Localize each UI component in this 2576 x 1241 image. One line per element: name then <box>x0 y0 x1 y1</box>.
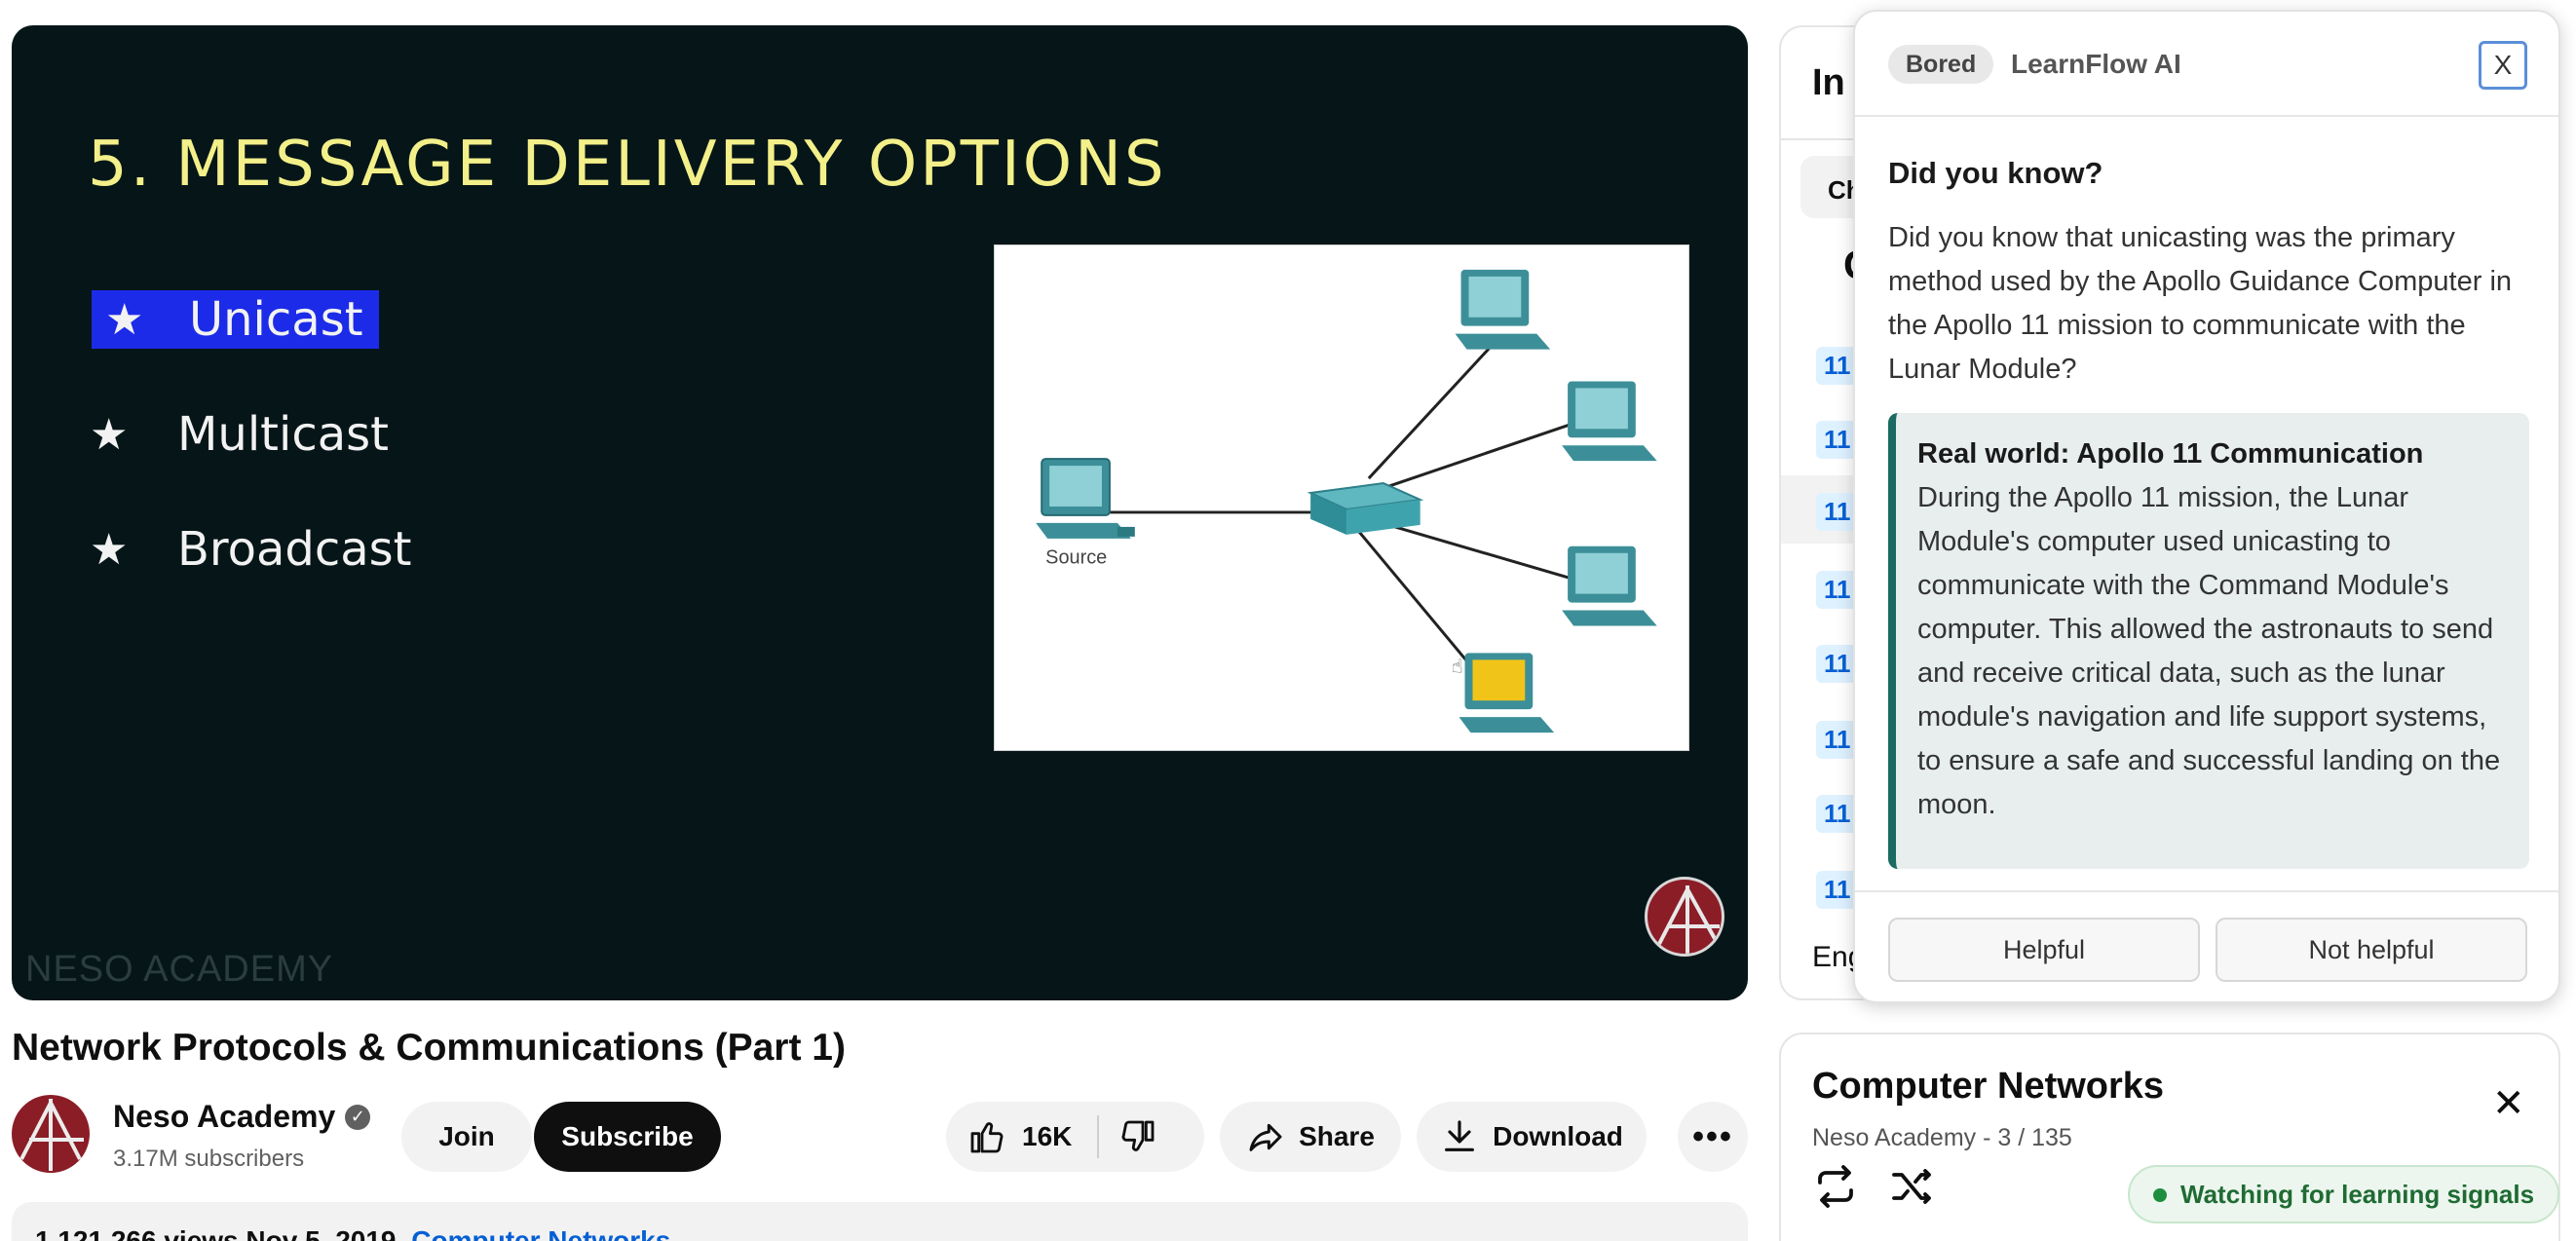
channel-watermark: NESO ACADEMY <box>25 949 334 990</box>
star-icon: ★ <box>90 409 129 460</box>
join-button[interactable]: Join <box>401 1102 532 1172</box>
star-icon: ★ <box>90 524 129 575</box>
subscribe-button[interactable]: Subscribe <box>534 1102 721 1172</box>
bullet-label: Broadcast <box>177 522 412 577</box>
thumbs-up-icon <box>970 1122 1004 1153</box>
like-count: 16K <box>1022 1121 1073 1151</box>
channel-name[interactable]: Neso Academy <box>113 1099 335 1135</box>
channel-avatar[interactable] <box>12 1095 90 1173</box>
download-icon <box>1445 1120 1475 1151</box>
signal-label: Watching for learning signals <box>2180 1179 2535 1209</box>
shuffle-icon[interactable] <box>1888 1163 1935 1215</box>
bullet-unicast: ★ Unicast <box>92 290 379 349</box>
playlist-close-button[interactable]: ✕ <box>2492 1081 2525 1126</box>
real-world-body: During the Apollo 11 mission, the Lunar … <box>1917 482 2501 820</box>
popup-close-button[interactable]: X <box>2479 41 2527 90</box>
helpful-button[interactable]: Helpful <box>1888 918 2200 982</box>
like-button[interactable]: 16K <box>967 1117 1072 1156</box>
download-button[interactable]: Download <box>1417 1102 1647 1172</box>
popup-header: Bored LearnFlow AI X <box>1855 12 2558 117</box>
bullet-label: Unicast <box>189 292 363 347</box>
learning-signal-badge: Watching for learning signals <box>2128 1165 2560 1223</box>
bullet-label: Multicast <box>177 407 389 462</box>
like-dislike-group: 16K <box>946 1102 1204 1172</box>
bullet-multicast: ★ Multicast <box>90 405 389 464</box>
video-player[interactable]: 5. Message Delivery Options ★ Unicast ★ … <box>12 25 1748 1000</box>
popup-brand: LearnFlow AI <box>2011 49 2181 79</box>
cursor-icon: ☝ <box>1452 656 1463 677</box>
not-helpful-button[interactable]: Not helpful <box>2216 918 2527 982</box>
thumbs-down-icon <box>1121 1120 1155 1151</box>
views-date: 1,121,266 views Nov 5, 2019 <box>35 1225 397 1241</box>
category-link[interactable]: Computer Networks <box>411 1225 670 1241</box>
more-actions-button[interactable]: ••• <box>1678 1102 1748 1172</box>
playlist-title[interactable]: Computer Networks <box>1812 1066 2164 1108</box>
more-horizontal-icon: ••• <box>1692 1117 1733 1155</box>
verified-check-icon: ✓ <box>345 1104 371 1130</box>
network-diagram: Source ☝ <box>994 244 1689 751</box>
video-title: Network Protocols & Communications (Part… <box>12 1027 846 1069</box>
star-icon: ★ <box>105 294 144 345</box>
channel-name-link[interactable]: Neso Academy ✓ <box>113 1099 371 1135</box>
subscriber-count: 3.17M subscribers <box>113 1146 305 1172</box>
popup-question: Did you know that unicasting was the pri… <box>1888 222 2513 385</box>
real-world-title: Real world: Apollo 11 Communication <box>1917 438 2424 470</box>
description-box[interactable]: 1,121,266 views Nov 5, 2019 Computer Net… <box>12 1202 1748 1241</box>
loop-icon[interactable] <box>1812 1163 1859 1215</box>
learnflow-popup: Bored LearnFlow AI X Did you know? Did y… <box>1853 10 2560 1003</box>
share-button[interactable]: Share <box>1220 1102 1401 1172</box>
status-dot-icon <box>2153 1188 2167 1202</box>
bullet-broadcast: ★ Broadcast <box>90 520 412 579</box>
popup-footer-divider <box>1855 890 2558 892</box>
playlist-subtitle: Neso Academy - 3 / 135 <box>1812 1124 2072 1151</box>
mood-badge: Bored <box>1888 45 1994 84</box>
unicast-diagram-svg: Source ☝ <box>1036 269 1657 733</box>
popup-heading: Did you know? <box>1888 156 2103 190</box>
transcript-title: In <box>1812 62 1845 103</box>
download-label: Download <box>1493 1121 1623 1151</box>
switch-icon <box>1307 482 1424 535</box>
playlist-controls <box>1812 1163 1935 1215</box>
real-world-card: Real world: Apollo 11 Communication Duri… <box>1888 413 2529 869</box>
like-divider <box>1097 1115 1100 1158</box>
source-computer-icon <box>1036 458 1135 539</box>
share-label: Share <box>1299 1121 1375 1151</box>
slide-title: 5. Message Delivery Options <box>88 129 1167 201</box>
channel-logo-icon <box>1645 877 1724 957</box>
source-label: Source <box>1045 547 1107 569</box>
dislike-button[interactable] <box>1118 1117 1157 1156</box>
share-icon <box>1249 1123 1282 1151</box>
